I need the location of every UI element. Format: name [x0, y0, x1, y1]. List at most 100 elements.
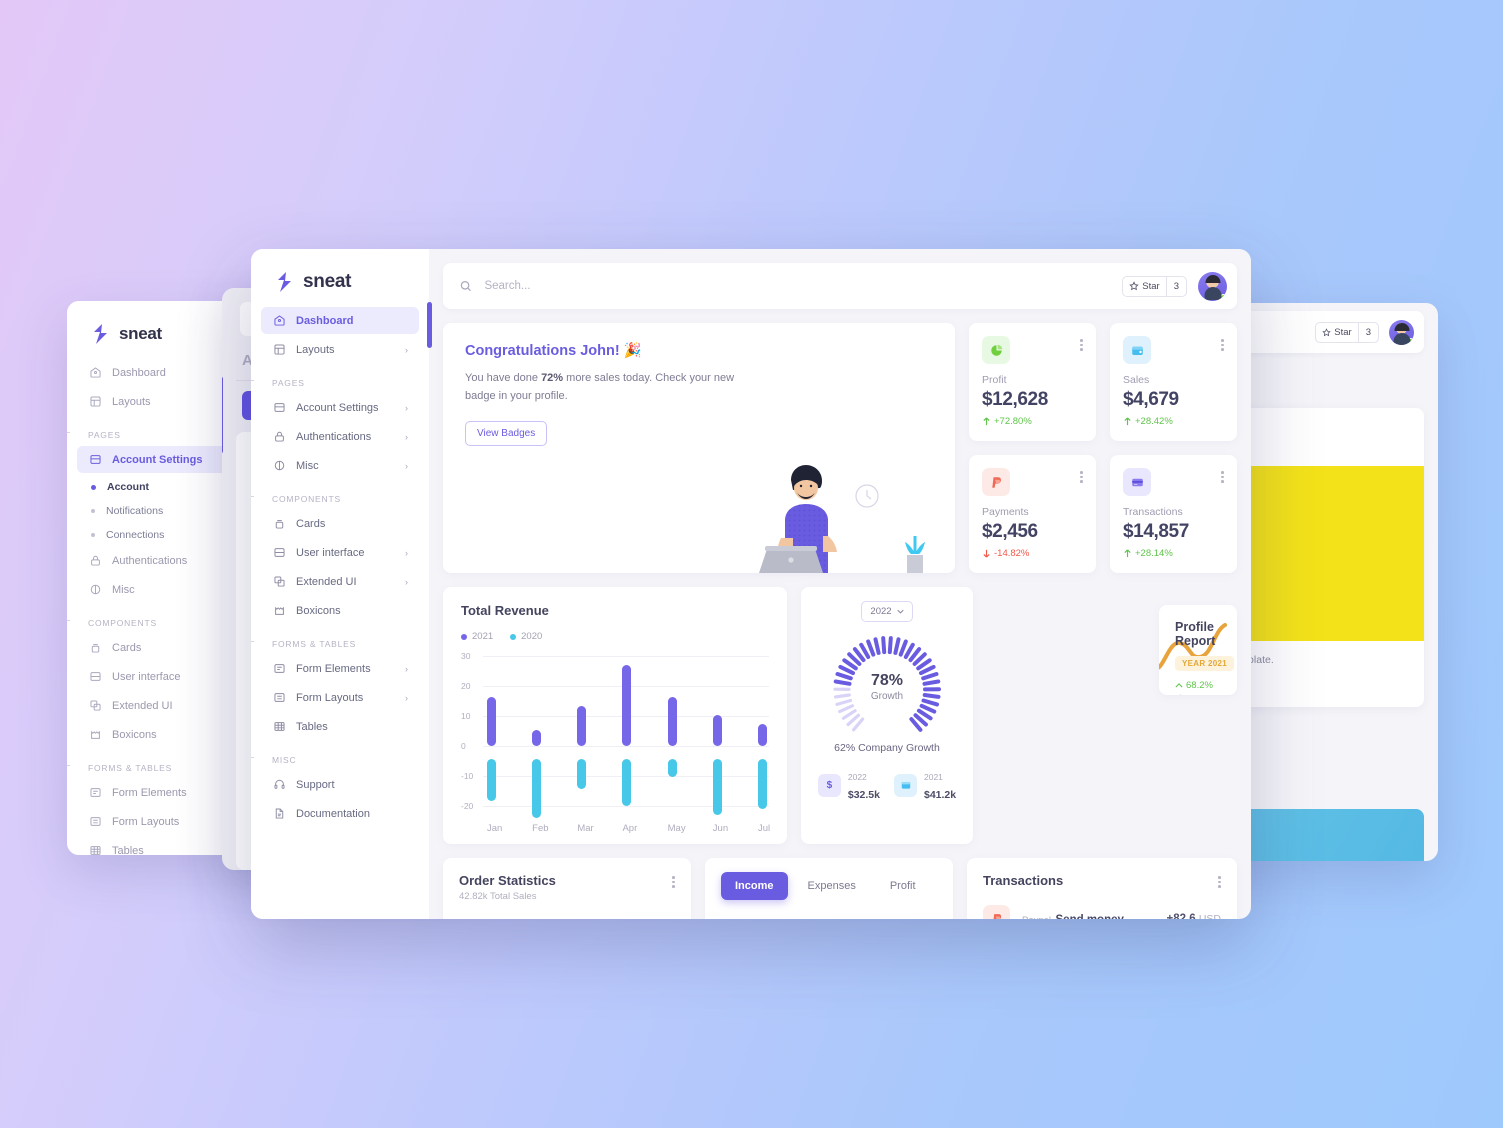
congratulations-card: Congratulations John! 🎉 You have done 72… — [443, 323, 955, 573]
chevron-right-icon: › — [405, 692, 408, 703]
bar-group-jun — [712, 650, 722, 816]
revenue-bars — [487, 650, 767, 818]
sidebar-label: Authentications — [112, 554, 188, 567]
topbar-right: Star 3 — [1122, 271, 1227, 301]
sidebar-item-support[interactable]: Support — [261, 771, 419, 798]
sidebar-sublabel: Connections — [106, 529, 165, 541]
sidebar-item-extended-ui[interactable]: Extended UI › — [261, 568, 419, 595]
x-tick: Mar — [577, 823, 594, 834]
legend-item-2021[interactable]: 2021 — [461, 631, 493, 642]
more-options-icon[interactable] — [1221, 336, 1224, 351]
sidebar-item-account-settings[interactable]: Account Settings › — [261, 394, 419, 421]
order-title: Order Statistics — [459, 873, 556, 888]
bar-2020 — [712, 759, 722, 815]
sidebar-section-misc: MISC — [251, 742, 429, 771]
ui-icon — [272, 546, 286, 560]
sidebar-item-documentation[interactable]: Documentation — [261, 800, 419, 827]
x-tick: May — [667, 823, 686, 834]
chevron-right-icon: › — [405, 344, 408, 355]
stat-card-profit: Profit $12,628 +72.80% — [969, 323, 1096, 441]
y-tick: -20 — [461, 801, 474, 811]
order-subtitle: 42.82k Total Sales — [459, 891, 537, 902]
sidebar-item-authentications[interactable]: Authentications › — [261, 423, 419, 450]
sidebar-item-misc[interactable]: Misc › — [261, 452, 419, 479]
layout-icon — [272, 343, 286, 357]
sidebar-item-boxicons[interactable]: Boxicons — [261, 597, 419, 624]
search-container[interactable] — [459, 279, 1123, 293]
sidebar-label: Tables — [112, 844, 144, 856]
year-select[interactable]: 2022 — [861, 601, 913, 622]
credit-card-icon — [1123, 468, 1151, 496]
account-settings-icon — [88, 453, 102, 467]
sidebar-label: Extended UI — [112, 699, 173, 712]
more-options-icon[interactable] — [1080, 468, 1083, 483]
bar-2020 — [757, 759, 767, 809]
stat-title: Sales — [1123, 374, 1150, 386]
search-input[interactable] — [484, 280, 1123, 292]
chart-legend: 2021 2020 — [461, 631, 769, 642]
bar-group-may — [667, 650, 677, 816]
transaction-name: Send money — [1056, 914, 1124, 920]
chevron-right-icon: › — [405, 460, 408, 471]
transaction-amount: +82.6 USD — [1166, 912, 1221, 920]
sidebar-label: Dashboard — [296, 314, 354, 327]
arrow-up-icon — [1175, 683, 1183, 688]
legend-item-2020[interactable]: 2020 — [510, 631, 542, 642]
stat-value: $2,456 — [982, 521, 1038, 542]
bar-2021 — [712, 714, 722, 746]
growth-footer-2021: 2021 $41.2k — [894, 767, 956, 803]
profile-report-title: Profile Report — [1175, 620, 1216, 648]
cards-icon — [88, 641, 102, 655]
profile-delta: 68.2% — [1175, 680, 1237, 691]
bar-group-apr — [622, 650, 632, 816]
sidebar-section-pages: PAGES — [251, 365, 429, 394]
sidebar-item-form-layouts[interactable]: Form Layouts › — [261, 684, 419, 711]
search-icon — [460, 281, 471, 292]
avatar[interactable] — [1198, 271, 1227, 301]
sidebar-item-user-interface[interactable]: User interface › — [261, 539, 419, 566]
star-label: Star — [1142, 280, 1160, 292]
profile-report-card: Profile Report YEAR 2021 68.2% $84,686k — [1159, 605, 1237, 695]
order-statistics-card: Order Statistics 42.82k Total Sales 8,25… — [443, 858, 691, 919]
order-main: 8,258 Total Orders 38% Weekly — [459, 918, 675, 919]
sidebar-item-layouts[interactable]: Layouts › — [261, 336, 419, 363]
more-options-icon[interactable] — [1080, 336, 1083, 351]
congrats-title: Congratulations John! 🎉 — [465, 343, 642, 359]
avatar-background[interactable] — [1389, 319, 1414, 345]
star-button-background[interactable]: Star 3 — [1315, 321, 1379, 343]
brand-logo[interactable]: sneat — [251, 249, 429, 293]
sidebar-label: Boxicons — [112, 728, 157, 741]
sidebar-item-dashboard[interactable]: Dashboard — [261, 307, 419, 334]
stat-delta: +72.80% — [982, 416, 1083, 427]
order-donut-chart: 38% Weekly — [585, 918, 675, 919]
footer-amount: $41.2k — [924, 789, 957, 801]
main-content: Star 3 Congratulations John! 🎉 You have … — [429, 249, 1251, 919]
tab-expenses[interactable]: Expenses — [794, 872, 870, 900]
star-button[interactable]: Star 3 — [1122, 275, 1187, 297]
company-growth-caption: 62% Company Growth — [834, 742, 940, 754]
congrats-body: You have done 72% more sales today. Chec… — [465, 372, 735, 402]
sidebar-item-form-elements[interactable]: Form Elements › — [261, 655, 419, 682]
brand-name-left: sneat — [119, 324, 162, 343]
headset-icon — [272, 778, 286, 792]
tables-icon — [88, 844, 102, 856]
sidebar-item-cards[interactable]: Cards — [261, 510, 419, 537]
tab-income[interactable]: Income — [721, 872, 788, 900]
row-orders-income-transactions: Order Statistics 42.82k Total Sales 8,25… — [443, 858, 1237, 919]
tab-profit[interactable]: Profit — [876, 872, 930, 900]
row-congrats-stats: Congratulations John! 🎉 You have done 72… — [443, 323, 1237, 573]
more-options-icon[interactable] — [1221, 468, 1224, 483]
sidebar-item-tables[interactable]: Tables — [261, 713, 419, 740]
x-tick: Jul — [757, 823, 771, 834]
layout-icon — [88, 395, 102, 409]
sneat-logo-icon — [91, 323, 110, 345]
sidebar-label: User interface — [112, 670, 181, 683]
more-options-icon[interactable] — [672, 873, 675, 888]
stat-card-payments: Payments $2,456 -14.82% — [969, 455, 1096, 573]
more-options-icon[interactable] — [1218, 873, 1221, 888]
boxicons-icon — [88, 728, 102, 742]
sidebar-section-components: COMPONENTS — [251, 481, 429, 510]
view-badges-button[interactable]: View Badges — [465, 420, 548, 446]
stat-card-transactions: Transactions $14,857 +28.14% — [1110, 455, 1237, 573]
sidebar-label: Dashboard — [112, 366, 166, 379]
